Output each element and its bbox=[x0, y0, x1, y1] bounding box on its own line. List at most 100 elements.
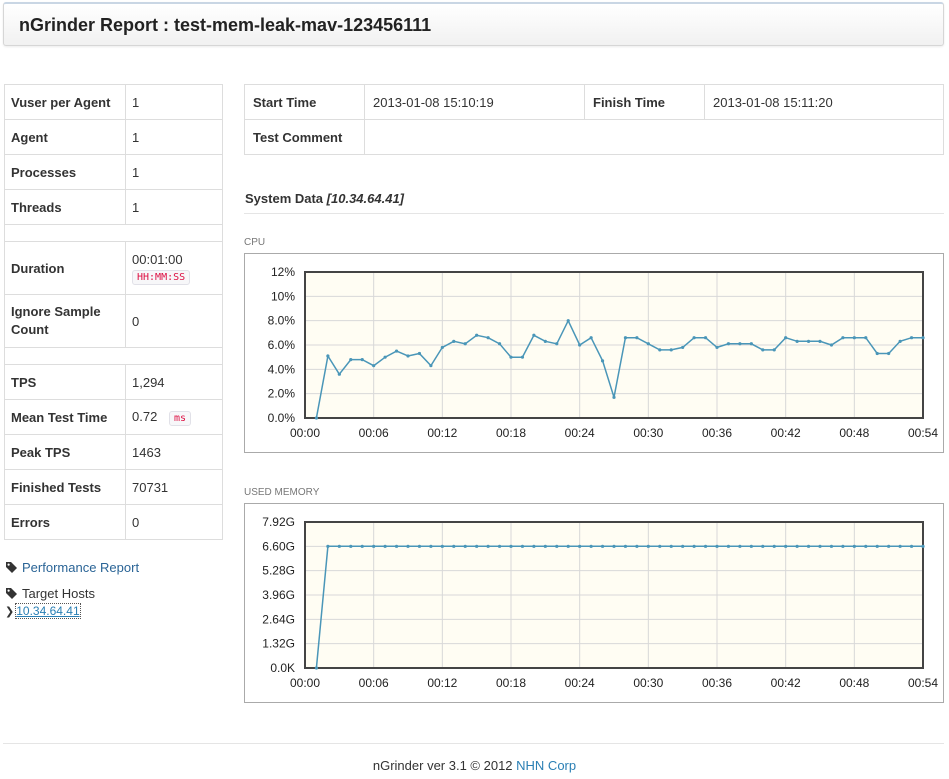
memory-data-point bbox=[795, 544, 799, 548]
memory-data-point bbox=[875, 544, 879, 548]
tps-label: TPS bbox=[4, 364, 126, 400]
memory-data-point bbox=[669, 544, 673, 548]
memory-data-point bbox=[372, 544, 376, 548]
mean-test-time-value: 0.72 bbox=[132, 409, 158, 424]
memory-data-point bbox=[681, 544, 685, 548]
cpu-data-point bbox=[497, 342, 502, 346]
memory-data-point bbox=[909, 544, 914, 548]
cpu-data-point bbox=[394, 349, 399, 353]
threads-value: 1 bbox=[125, 189, 223, 225]
memory-data-point bbox=[440, 544, 444, 548]
start-time-label: Start Time bbox=[244, 84, 365, 120]
cpu-data-point bbox=[692, 336, 696, 340]
sidebar-links: Performance Report Target Hosts ❯ 10.34.6… bbox=[5, 560, 139, 619]
memory-data-point bbox=[360, 544, 364, 548]
vuser-label: Vuser per Agent bbox=[4, 84, 126, 120]
summary-row-peak-tps: Peak TPS 1463 bbox=[4, 434, 223, 470]
cpu-data-point bbox=[841, 336, 845, 340]
cpu-data-point bbox=[578, 343, 582, 347]
cpu-x-tick-label: 00:48 bbox=[839, 426, 869, 440]
cpu-data-point bbox=[726, 342, 731, 346]
ignore-sample-value: 0 bbox=[125, 294, 223, 348]
memory-x-tick-label: 00:18 bbox=[496, 676, 526, 690]
test-time-table: Start Time 2013-01-08 15:10:19 Finish Ti… bbox=[244, 84, 944, 155]
cpu-x-tick-label: 00:24 bbox=[565, 426, 595, 440]
memory-data-point bbox=[623, 544, 628, 548]
cpu-data-point bbox=[646, 342, 650, 346]
cpu-data-point bbox=[543, 339, 547, 343]
cpu-data-point bbox=[360, 358, 364, 362]
footer-text: nGrinder ver 3.1 © 2012 bbox=[372, 758, 517, 773]
cpu-y-tick-label: 4.0% bbox=[268, 362, 296, 376]
summary-row-ignore: Ignore Sample Count 0 bbox=[4, 294, 223, 348]
duration-label: Duration bbox=[4, 241, 126, 295]
cpu-y-tick-label: 2.0% bbox=[268, 387, 296, 401]
memory-data-point bbox=[784, 544, 788, 548]
footer: nGrinder ver 3.1 © 2012 NHN Corp bbox=[0, 758, 949, 773]
tps-value: 1,294 bbox=[125, 364, 223, 400]
memory-x-tick-label: 00:48 bbox=[839, 676, 869, 690]
memory-data-point bbox=[829, 544, 834, 548]
summary-row-processes: Processes 1 bbox=[4, 154, 223, 190]
summary-separator bbox=[4, 224, 223, 242]
cpu-data-point bbox=[715, 345, 719, 350]
cpu-data-point bbox=[612, 395, 616, 399]
cpu-x-tick-label: 00:18 bbox=[496, 426, 526, 440]
cpu-data-point bbox=[600, 359, 605, 363]
mean-test-time-label: Mean Test Time bbox=[4, 399, 126, 435]
cpu-x-tick-label: 00:42 bbox=[771, 426, 801, 440]
memory-data-point bbox=[715, 544, 719, 548]
errors-value: 0 bbox=[125, 504, 223, 540]
cpu-data-point bbox=[337, 372, 341, 376]
memory-x-tick-label: 00:30 bbox=[633, 676, 663, 690]
memory-y-tick-label: 1.32G bbox=[262, 637, 295, 651]
ignore-sample-label: Ignore Sample Count bbox=[4, 294, 126, 348]
cpu-data-point bbox=[452, 339, 456, 343]
memory-data-point bbox=[692, 544, 696, 548]
memory-data-point bbox=[887, 544, 891, 548]
memory-data-point bbox=[383, 544, 387, 548]
cpu-chart: 0.0% 2.0% 4.0% 6.0% 8.0% 10% 12% 00:00 00:06 00:1… bbox=[244, 253, 944, 453]
memory-chart: 0.0K 1.32G 2.64G 3.96G 5.28G 6.60G 7.92G 00:00 0… bbox=[244, 503, 944, 703]
test-summary-table: Vuser per Agent 1 Agent 1 Processes 1 Th… bbox=[4, 84, 223, 540]
memory-data-point bbox=[543, 544, 547, 548]
cpu-data-point bbox=[669, 348, 673, 352]
company-link[interactable]: NHN Corp bbox=[516, 758, 576, 773]
cpu-data-point bbox=[818, 339, 822, 343]
time-row: Start Time 2013-01-08 15:10:19 Finish Ti… bbox=[244, 84, 944, 120]
finish-time-value: 2013-01-08 15:11:20 bbox=[704, 84, 944, 120]
cpu-y-tick-label: 6.0% bbox=[268, 338, 296, 352]
report-header: nGrinder Report : test-mem-leak-mav-1234… bbox=[3, 2, 944, 46]
memory-y-tick-label: 5.28G bbox=[262, 564, 295, 578]
cpu-data-point bbox=[475, 333, 479, 337]
memory-data-point bbox=[703, 544, 708, 548]
cpu-data-point bbox=[852, 336, 856, 340]
summary-row-agent: Agent 1 bbox=[4, 119, 223, 155]
memory-y-tick-label: 2.64G bbox=[262, 612, 295, 626]
memory-y-tick-label: 0.0K bbox=[270, 661, 295, 675]
cpu-data-point bbox=[372, 364, 376, 368]
cpu-data-point bbox=[555, 342, 559, 346]
target-host-item: ❯ 10.34.64.41 bbox=[5, 603, 139, 619]
agent-label: Agent bbox=[4, 119, 126, 155]
memory-x-tick-label: 00:24 bbox=[565, 676, 595, 690]
memory-data-point bbox=[337, 544, 341, 548]
cpu-data-point bbox=[875, 351, 879, 356]
system-data-title: System Data [10.34.64.41] bbox=[245, 191, 404, 206]
performance-report-link[interactable]: Performance Report bbox=[22, 560, 139, 575]
memory-data-point bbox=[841, 544, 845, 548]
cpu-data-point bbox=[314, 416, 319, 420]
summary-row-threads: Threads 1 bbox=[4, 189, 223, 225]
cpu-data-point bbox=[703, 336, 708, 340]
memory-data-point bbox=[326, 544, 330, 548]
section-divider bbox=[244, 213, 944, 214]
memory-data-point bbox=[394, 544, 399, 548]
target-host-link[interactable]: 10.34.64.41 bbox=[15, 603, 81, 619]
cpu-data-point bbox=[589, 336, 593, 340]
page-title: nGrinder Report : test-mem-leak-mav-1234… bbox=[19, 15, 432, 35]
cpu-data-point bbox=[829, 343, 834, 347]
memory-data-point bbox=[555, 544, 559, 548]
footer-divider bbox=[3, 743, 944, 744]
cpu-chart-svg: 0.0% 2.0% 4.0% 6.0% 8.0% 10% 12% 00:00 00:06 00:1… bbox=[268, 265, 939, 440]
memory-chart-svg: 0.0K 1.32G 2.64G 3.96G 5.28G 6.60G 7.92G 00:00 0… bbox=[262, 515, 938, 690]
